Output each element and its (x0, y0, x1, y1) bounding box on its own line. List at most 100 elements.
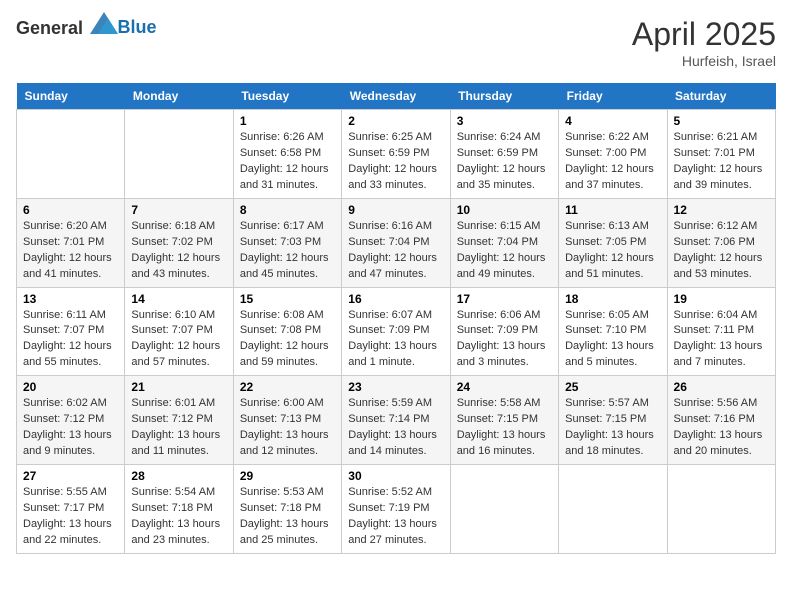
day-number: 14 (131, 292, 226, 306)
calendar-cell: 22 Sunrise: 6:00 AMSunset: 7:13 PMDayligh… (233, 376, 341, 465)
day-number: 12 (674, 203, 769, 217)
weekday-header: Thursday (450, 83, 558, 110)
day-info: Sunrise: 6:21 AMSunset: 7:01 PMDaylight:… (674, 130, 769, 194)
day-number: 3 (457, 114, 552, 128)
weekday-header: Tuesday (233, 83, 341, 110)
calendar-cell (125, 110, 233, 199)
calendar-cell: 10 Sunrise: 6:15 AMSunset: 7:04 PMDayligh… (450, 198, 558, 287)
day-number: 8 (240, 203, 335, 217)
day-info: Sunrise: 6:02 AMSunset: 7:12 PMDaylight:… (23, 396, 118, 460)
day-info: Sunrise: 5:57 AMSunset: 7:15 PMDaylight:… (565, 396, 660, 460)
logo-icon (90, 12, 118, 34)
calendar-cell: 27 Sunrise: 5:55 AMSunset: 7:17 PMDayligh… (17, 465, 125, 554)
calendar-cell: 2 Sunrise: 6:25 AMSunset: 6:59 PMDaylight… (342, 110, 450, 199)
calendar-cell (667, 465, 775, 554)
logo: General Blue (16, 16, 157, 39)
day-info: Sunrise: 6:15 AMSunset: 7:04 PMDaylight:… (457, 219, 552, 283)
day-number: 20 (23, 380, 118, 394)
calendar-week-row: 13Sunrise: 6:11 AMSunset: 7:07 PMDayligh… (17, 287, 776, 376)
day-info: Sunrise: 5:56 AMSunset: 7:16 PMDaylight:… (674, 396, 769, 460)
calendar-cell: 14 Sunrise: 6:10 AMSunset: 7:07 PMDayligh… (125, 287, 233, 376)
calendar-cell: 9 Sunrise: 6:16 AMSunset: 7:04 PMDaylight… (342, 198, 450, 287)
day-info: Sunrise: 6:00 AMSunset: 7:13 PMDaylight:… (240, 396, 335, 460)
calendar-week-row: 6Sunrise: 6:20 AMSunset: 7:01 PMDaylight… (17, 198, 776, 287)
calendar-cell: 17 Sunrise: 6:06 AMSunset: 7:09 PMDayligh… (450, 287, 558, 376)
day-info: Sunrise: 6:22 AMSunset: 7:00 PMDaylight:… (565, 130, 660, 194)
calendar-cell: 26 Sunrise: 5:56 AMSunset: 7:16 PMDayligh… (667, 376, 775, 465)
day-number: 21 (131, 380, 226, 394)
calendar-cell: 25Sunrise: 5:57 AMSunset: 7:15 PMDayligh… (559, 376, 667, 465)
day-info: Sunrise: 6:12 AMSunset: 7:06 PMDaylight:… (674, 219, 769, 283)
page-header: General Blue April 2025 Hurfeish, Israel (16, 16, 776, 69)
calendar-cell (559, 465, 667, 554)
day-info: Sunrise: 6:16 AMSunset: 7:04 PMDaylight:… (348, 219, 443, 283)
calendar-cell: 1Sunrise: 6:26 AMSunset: 6:58 PMDaylight… (233, 110, 341, 199)
day-info: Sunrise: 5:59 AMSunset: 7:14 PMDaylight:… (348, 396, 443, 460)
day-number: 16 (348, 292, 443, 306)
calendar-table: SundayMondayTuesdayWednesdayThursdayFrid… (16, 83, 776, 554)
day-number: 1 (240, 114, 335, 128)
day-info: Sunrise: 6:10 AMSunset: 7:07 PMDaylight:… (131, 308, 226, 372)
day-info: Sunrise: 6:24 AMSunset: 6:59 PMDaylight:… (457, 130, 552, 194)
day-info: Sunrise: 6:25 AMSunset: 6:59 PMDaylight:… (348, 130, 443, 194)
weekday-header: Sunday (17, 83, 125, 110)
day-info: Sunrise: 6:07 AMSunset: 7:09 PMDaylight:… (348, 308, 443, 372)
day-number: 11 (565, 203, 660, 217)
calendar-cell (450, 465, 558, 554)
day-number: 17 (457, 292, 552, 306)
calendar-week-row: 20 Sunrise: 6:02 AMSunset: 7:12 PMDayligh… (17, 376, 776, 465)
calendar-cell: 30 Sunrise: 5:52 AMSunset: 7:19 PMDayligh… (342, 465, 450, 554)
calendar-cell: 8Sunrise: 6:17 AMSunset: 7:03 PMDaylight… (233, 198, 341, 287)
day-number: 30 (348, 469, 443, 483)
day-number: 15 (240, 292, 335, 306)
calendar-cell: 23 Sunrise: 5:59 AMSunset: 7:14 PMDayligh… (342, 376, 450, 465)
day-info: Sunrise: 6:04 AMSunset: 7:11 PMDaylight:… (674, 308, 769, 372)
calendar-cell: 29 Sunrise: 5:53 AMSunset: 7:18 PMDayligh… (233, 465, 341, 554)
day-info: Sunrise: 5:54 AMSunset: 7:18 PMDaylight:… (131, 485, 226, 549)
calendar-cell: 13Sunrise: 6:11 AMSunset: 7:07 PMDayligh… (17, 287, 125, 376)
day-info: Sunrise: 5:52 AMSunset: 7:19 PMDaylight:… (348, 485, 443, 549)
calendar-cell: 11 Sunrise: 6:13 AMSunset: 7:05 PMDayligh… (559, 198, 667, 287)
day-number: 28 (131, 469, 226, 483)
day-info: Sunrise: 5:53 AMSunset: 7:18 PMDaylight:… (240, 485, 335, 549)
calendar-cell: 12 Sunrise: 6:12 AMSunset: 7:06 PMDayligh… (667, 198, 775, 287)
day-number: 29 (240, 469, 335, 483)
day-info: Sunrise: 6:08 AMSunset: 7:08 PMDaylight:… (240, 308, 335, 372)
day-number: 24 (457, 380, 552, 394)
weekday-header: Saturday (667, 83, 775, 110)
day-info: Sunrise: 6:18 AMSunset: 7:02 PMDaylight:… (131, 219, 226, 283)
day-info: Sunrise: 6:01 AMSunset: 7:12 PMDaylight:… (131, 396, 226, 460)
calendar-week-row: 27 Sunrise: 5:55 AMSunset: 7:17 PMDayligh… (17, 465, 776, 554)
day-number: 18 (565, 292, 660, 306)
weekday-header: Friday (559, 83, 667, 110)
calendar-cell: 5 Sunrise: 6:21 AMSunset: 7:01 PMDaylight… (667, 110, 775, 199)
weekday-header: Wednesday (342, 83, 450, 110)
month-title: April 2025 (632, 16, 776, 53)
day-number: 26 (674, 380, 769, 394)
day-info: Sunrise: 6:13 AMSunset: 7:05 PMDaylight:… (565, 219, 660, 283)
calendar-cell: 4Sunrise: 6:22 AMSunset: 7:00 PMDaylight… (559, 110, 667, 199)
day-number: 27 (23, 469, 118, 483)
day-info: Sunrise: 6:11 AMSunset: 7:07 PMDaylight:… (23, 308, 118, 372)
day-number: 2 (348, 114, 443, 128)
day-number: 22 (240, 380, 335, 394)
day-info: Sunrise: 6:06 AMSunset: 7:09 PMDaylight:… (457, 308, 552, 372)
logo-general: General (16, 18, 83, 38)
title-block: April 2025 Hurfeish, Israel (632, 16, 776, 69)
calendar-cell: 19Sunrise: 6:04 AMSunset: 7:11 PMDayligh… (667, 287, 775, 376)
calendar-cell: 24Sunrise: 5:58 AMSunset: 7:15 PMDayligh… (450, 376, 558, 465)
day-number: 5 (674, 114, 769, 128)
day-number: 23 (348, 380, 443, 394)
day-number: 7 (131, 203, 226, 217)
calendar-cell (17, 110, 125, 199)
calendar-cell: 18 Sunrise: 6:05 AMSunset: 7:10 PMDayligh… (559, 287, 667, 376)
day-info: Sunrise: 5:55 AMSunset: 7:17 PMDaylight:… (23, 485, 118, 549)
day-number: 9 (348, 203, 443, 217)
day-info: Sunrise: 6:05 AMSunset: 7:10 PMDaylight:… (565, 308, 660, 372)
location: Hurfeish, Israel (632, 53, 776, 69)
day-info: Sunrise: 6:20 AMSunset: 7:01 PMDaylight:… (23, 219, 118, 283)
day-number: 10 (457, 203, 552, 217)
calendar-cell: 28 Sunrise: 5:54 AMSunset: 7:18 PMDayligh… (125, 465, 233, 554)
calendar-week-row: 1Sunrise: 6:26 AMSunset: 6:58 PMDaylight… (17, 110, 776, 199)
calendar-cell: 15 Sunrise: 6:08 AMSunset: 7:08 PMDayligh… (233, 287, 341, 376)
